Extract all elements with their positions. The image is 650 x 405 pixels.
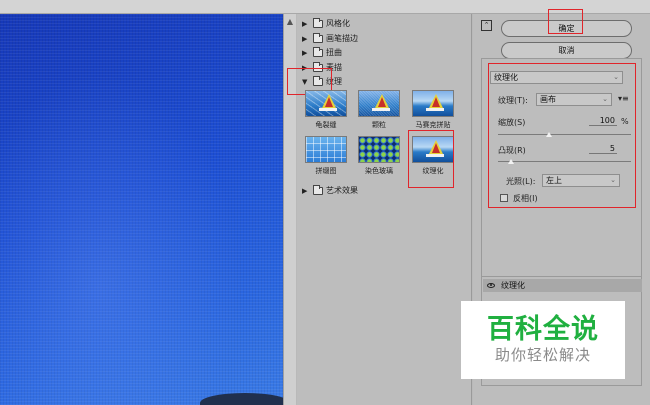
category-label: 风格化 xyxy=(326,19,350,28)
watermark: 百科全说 助你轻松解决 xyxy=(461,301,625,379)
category-distort[interactable]: ▶ 扭曲 xyxy=(302,46,342,59)
collapse-gallery-icon[interactable]: ⌃ xyxy=(481,20,492,31)
expand-triangle-icon: ▶ xyxy=(302,34,308,43)
scroll-up-arrow-icon[interactable]: ▲ xyxy=(285,17,295,27)
craquelure-preview xyxy=(305,90,347,117)
category-artistic[interactable]: ▶ 艺术效果 xyxy=(302,184,358,197)
filter-caption: 拼缀图 xyxy=(315,167,337,175)
filter-thumb-stained-glass[interactable]: 染色玻璃 xyxy=(357,136,401,180)
expand-triangle-icon: ▶ xyxy=(302,186,308,195)
folder-icon xyxy=(313,184,323,195)
effect-layer-row[interactable]: 纹理化 xyxy=(483,279,642,292)
grain-preview xyxy=(358,90,400,117)
expand-triangle-icon: ▶ xyxy=(302,19,308,28)
category-stylize[interactable]: ▶ 风格化 xyxy=(302,17,350,30)
filter-caption: 颗粒 xyxy=(372,121,386,129)
folder-icon xyxy=(313,17,323,28)
mosaic-tiles-preview xyxy=(412,90,454,117)
filter-thumb-mosaic-tiles[interactable]: 马赛克拼贴 xyxy=(411,90,455,134)
watermark-brand: 百科全说 xyxy=(487,314,599,345)
category-label: 艺术效果 xyxy=(326,186,358,195)
filter-thumb-grain[interactable]: 颗粒 xyxy=(357,90,401,134)
folder-icon xyxy=(313,32,323,43)
category-brush-strokes[interactable]: ▶ 画笔描边 xyxy=(302,32,358,45)
preview-hill xyxy=(200,393,283,405)
effect-layer-label: 纹理化 xyxy=(501,281,525,290)
filter-gallery-panel: ▶ 风格化 ▶ 画笔描边 ▶ 扭曲 ▶ 素描 ▼ 纹理 龟裂缝 颗粒 马赛克拼贴… xyxy=(287,14,472,405)
category-label: 画笔描边 xyxy=(326,34,358,43)
cancel-button[interactable]: 取消 xyxy=(501,42,632,59)
filter-thumb-patchwork[interactable]: 拼缀图 xyxy=(304,136,348,180)
filter-caption: 马赛克拼贴 xyxy=(415,121,451,129)
eye-icon[interactable] xyxy=(487,283,495,288)
filter-thumb-craquelure[interactable]: 龟裂缝 xyxy=(304,90,348,134)
preview-canvas[interactable] xyxy=(0,14,283,405)
stained-glass-preview xyxy=(358,136,400,163)
watermark-slogan: 助你轻松解决 xyxy=(494,346,591,364)
selected-filter-highlight xyxy=(408,130,454,188)
filter-caption: 龟裂缝 xyxy=(315,121,337,129)
folder-icon xyxy=(313,46,323,57)
settings-highlight xyxy=(488,63,636,208)
patchwork-preview xyxy=(305,136,347,163)
ok-button-highlight xyxy=(548,9,583,34)
category-label: 扭曲 xyxy=(326,48,342,57)
filter-caption: 染色玻璃 xyxy=(365,167,393,175)
expand-triangle-icon: ▶ xyxy=(302,48,308,57)
